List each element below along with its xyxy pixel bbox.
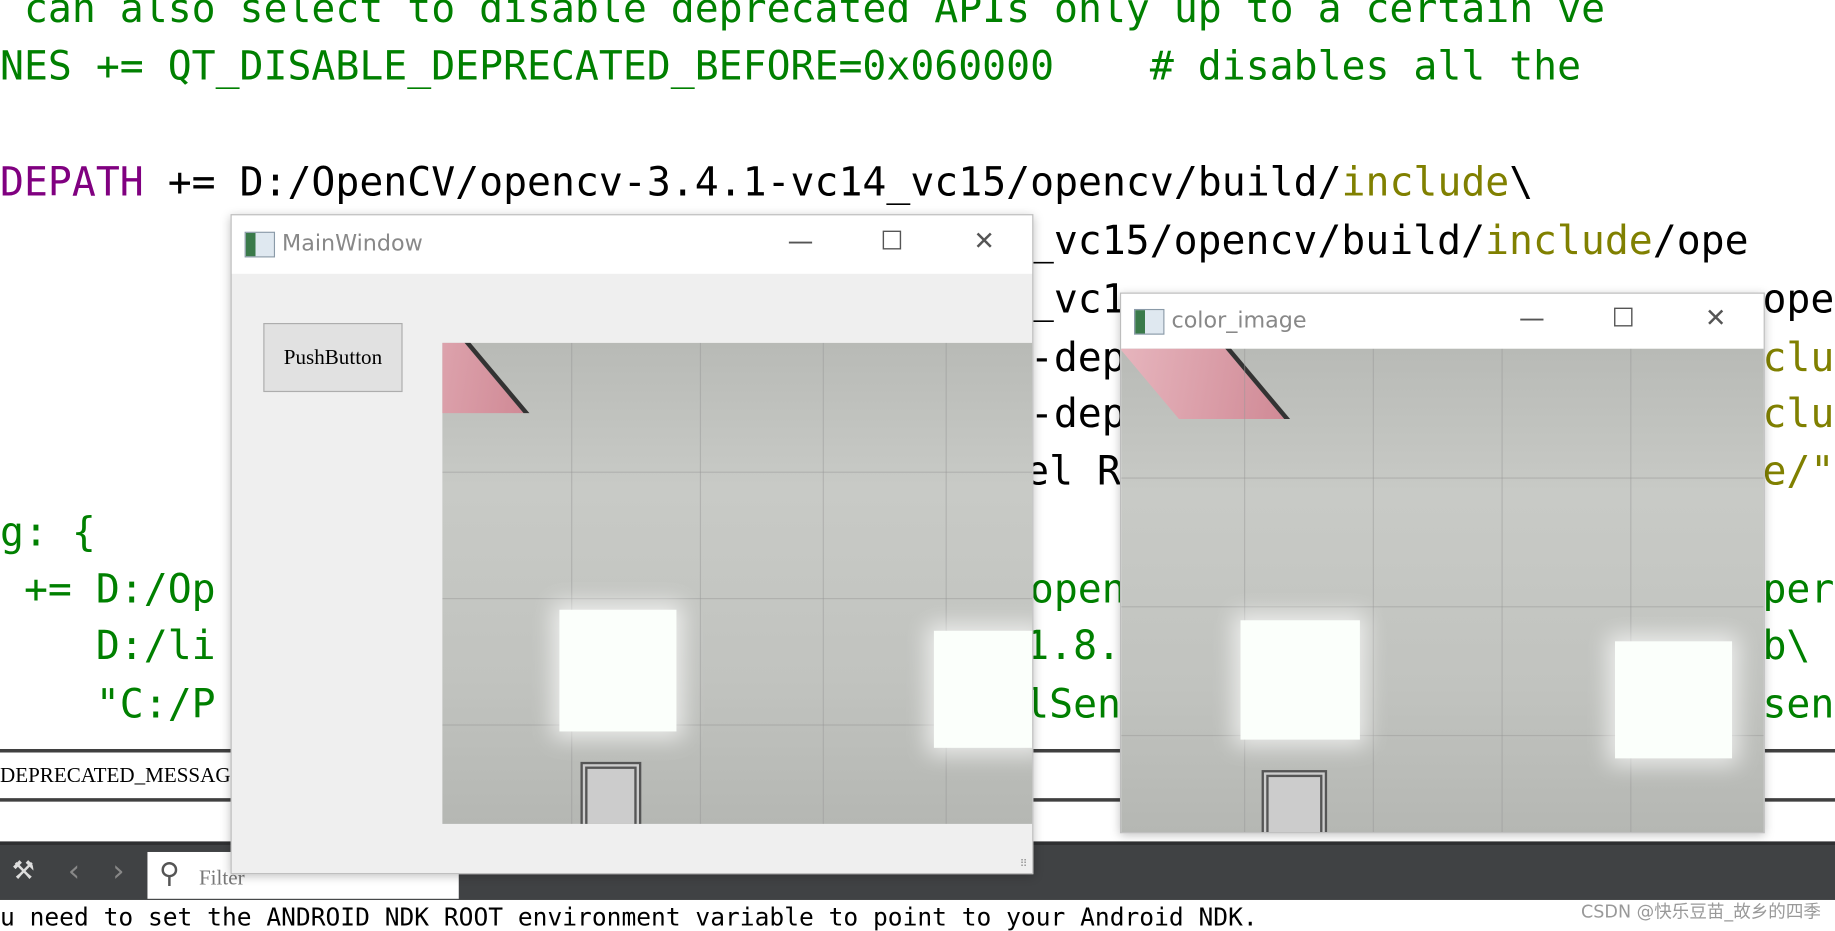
maximize-button[interactable]: ☐ [868,227,915,256]
frame-object [442,342,530,414]
code-line: ope [1762,276,1835,324]
code-line: open [1029,566,1126,614]
ceiling-light [1240,620,1360,740]
code-line: "C:/P [0,681,216,728]
code-line: 1.8. [1025,622,1122,670]
minimize-button[interactable]: — [1509,304,1556,333]
ceiling-light [559,609,677,732]
minimize-button[interactable]: — [777,227,824,256]
window-title: MainWindow [282,230,423,257]
code-line: NES += QT_DISABLE_DEPRECATED_BEFORE=0x06… [0,43,1582,91]
desktop: can also select to disable deprecated AP… [0,0,1835,931]
title-bar[interactable]: color_image — ☐ ✕ [1121,293,1764,349]
issue-message[interactable]: DEPRECATED_MESSAGE [0,763,243,788]
close-button[interactable]: ✕ [1692,304,1739,333]
code-line: el R [1025,448,1122,496]
maximize-button[interactable]: ☐ [1600,304,1647,333]
code-line: clu [1762,334,1835,382]
watermark: CSDN @快乐豆苗_故乡的四季 [1581,901,1821,923]
search-icon: ⚲ [159,859,180,890]
vent [580,761,642,824]
app-icon [1134,308,1165,335]
code-line: D:/li [0,622,216,670]
window-title: color_image [1171,307,1307,334]
resize-grip-icon[interactable]: ⠿ [1020,859,1028,871]
push-button[interactable]: PushButton [263,323,403,393]
ceiling-light [933,630,1033,748]
clear-icon[interactable]: ⚒ [12,857,35,886]
forward-icon[interactable]: › [112,854,124,889]
code-line: b\ [1762,622,1811,670]
camera-image [442,342,1033,824]
code-line: += D:/Op [0,566,216,614]
code-line: -dep [1029,390,1126,438]
camera-image [1121,348,1764,833]
code-line: -dep [1029,334,1126,382]
close-button[interactable]: ✕ [961,227,1008,256]
code-line: clu [1762,390,1835,438]
code-line: _vc1 [1029,276,1126,324]
main-window: MainWindow — ☐ ✕ PushButton ⠿ [230,214,1034,875]
back-icon[interactable]: ‹ [68,854,80,889]
code-line: _vc15/opencv/build/include/ope [1029,217,1749,265]
app-icon [244,231,276,258]
code-line: DEPATH += D:/OpenCV/opencv-3.4.1-vc14_vc… [0,159,1534,206]
code-line: per [1762,566,1835,614]
code-line: sen [1762,681,1835,728]
title-bar[interactable]: MainWindow — ☐ ✕ [231,215,1033,274]
code-line: can also select to disable deprecated AP… [0,0,1606,33]
output-text: u need to set the ANDROID_NDK_ROOT envir… [0,903,1258,931]
code-line: lSen [1025,681,1122,728]
color-image-window: color_image — ☐ ✕ [1119,292,1765,834]
frame-object [1121,348,1291,419]
vent [1261,770,1328,833]
code-line: e/" [1762,448,1835,496]
ceiling-light [1615,641,1733,759]
code-line: g: { [0,509,96,556]
